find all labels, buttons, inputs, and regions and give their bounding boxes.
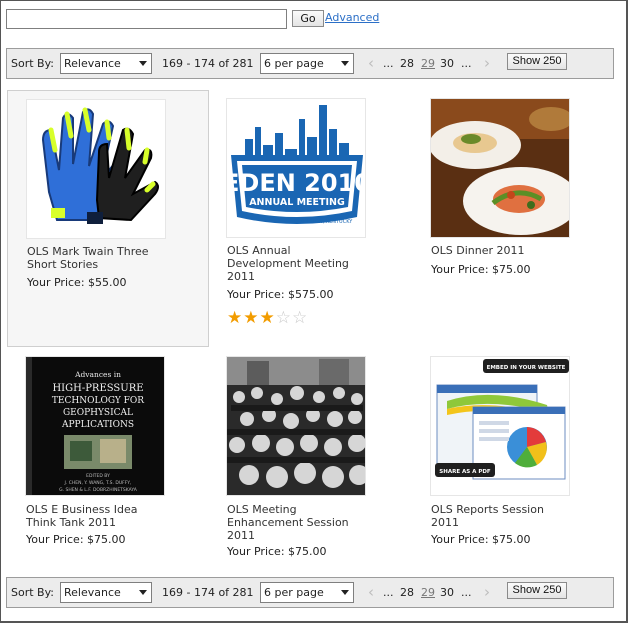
product-title[interactable]: OLS Mark Twain Three Short Stories <box>27 245 157 271</box>
eden-logo-title: EDEN 2010 <box>227 169 366 197</box>
page-current-29: 29 <box>421 57 435 70</box>
sort-bar-top: Sort By: Relevance 169 - 174 of 281 6 pe… <box>6 48 614 79</box>
sort-by-label: Sort By: <box>11 586 55 599</box>
product-price: Your Price: $75.00 <box>26 533 126 546</box>
reports-screenshot-image: EMBED IN YOUR WEBSITE SHARE AS A PDF <box>431 357 569 495</box>
book-cover-authors: J. CHEN, Y. WANG, T.S. DUFFY, <box>64 480 132 486</box>
chevron-down-icon <box>139 590 147 595</box>
sort-select[interactable]: Relevance <box>60 582 152 603</box>
star-filled-icon: ★ <box>259 308 276 328</box>
page-link-28[interactable]: 28 <box>400 57 414 70</box>
book-cover-authors: G. SHEN & L.F. DOBRZHINETSKAYA <box>59 487 138 493</box>
book-cover-edited: EDITED BY <box>86 473 110 479</box>
book-cover-line: APPLICATIONS <box>61 420 134 430</box>
star-empty-icon: ☆ <box>275 308 292 328</box>
previous-page-chevron-icon[interactable]: ‹ <box>368 583 374 601</box>
book-cover-line: HIGH-PRESSURE <box>52 383 143 394</box>
show-250-button[interactable]: Show 250 <box>507 53 567 70</box>
star-rating: ★★★☆☆ <box>227 310 308 327</box>
per-page-select-value: 6 per page <box>264 586 324 599</box>
dinner-plate-image <box>431 99 569 237</box>
result-range: 169 - 174 of 281 <box>162 586 254 599</box>
product-price: Your Price: $75.00 <box>227 545 327 558</box>
book-cover-line: TECHNOLOGY FOR <box>52 396 144 406</box>
star-filled-icon: ★ <box>243 308 260 328</box>
product-title[interactable]: OLS Reports Session 2011 <box>431 503 561 529</box>
book-cover-image: Advances in HIGH-PRESSURE TECHNOLOGY FOR… <box>26 357 164 495</box>
product-image-crowd[interactable] <box>226 356 366 496</box>
eden-logo-subtitle: ANNUAL MEETING <box>249 197 345 208</box>
star-filled-icon: ★ <box>227 308 244 328</box>
gloves-image <box>27 100 165 238</box>
pagination-ellipsis: ... <box>383 586 394 599</box>
product-tile[interactable]: EDEN 2010 ANNUAL MEETING LEXINGTON, KENT… <box>208 90 410 347</box>
product-title[interactable]: OLS Annual Development Meeting 2011 <box>227 244 357 283</box>
chevron-down-icon <box>341 61 349 66</box>
product-title[interactable]: OLS E Business Idea Think Tank 2011 <box>26 503 156 529</box>
product-price: Your Price: $75.00 <box>431 263 531 276</box>
book-cover-top: Advances in <box>74 370 121 379</box>
sort-bar-bottom: Sort By: Relevance 169 - 174 of 281 6 pe… <box>6 577 614 608</box>
product-tile[interactable]: EMBED IN YOUR WEBSITE SHARE AS A PDF OLS… <box>411 349 613 606</box>
chevron-down-icon <box>341 590 349 595</box>
next-page-chevron-icon[interactable]: › <box>484 583 490 601</box>
pagination-ellipsis: ... <box>461 57 472 70</box>
badge-pdf-text: SHARE AS A PDF <box>439 469 491 475</box>
product-image-book-cover[interactable]: Advances in HIGH-PRESSURE TECHNOLOGY FOR… <box>25 356 165 496</box>
chevron-down-icon <box>139 61 147 66</box>
search-input[interactable] <box>6 9 287 29</box>
eden-2010-logo-image: EDEN 2010 ANNUAL MEETING LEXINGTON, KENT… <box>227 99 366 237</box>
product-image-dinner[interactable] <box>430 98 570 238</box>
product-price: Your Price: $575.00 <box>227 288 334 301</box>
product-image-eden-logo[interactable]: EDEN 2010 ANNUAL MEETING LEXINGTON, KENT… <box>226 98 366 238</box>
advanced-search-link[interactable]: Advanced <box>325 11 379 24</box>
product-title[interactable]: OLS Meeting Enhancement Session 2011 <box>227 503 357 542</box>
go-button[interactable]: Go <box>292 10 324 27</box>
page-link-28[interactable]: 28 <box>400 586 414 599</box>
product-title[interactable]: OLS Dinner 2011 <box>431 244 561 257</box>
product-image-gloves[interactable] <box>26 99 166 239</box>
product-price: Your Price: $75.00 <box>431 533 531 546</box>
pagination-ellipsis: ... <box>383 57 394 70</box>
next-page-chevron-icon[interactable]: › <box>484 54 490 72</box>
page-link-30[interactable]: 30 <box>440 586 454 599</box>
sort-select-value: Relevance <box>64 586 121 599</box>
product-tile[interactable]: OLS Dinner 2011 Your Price: $75.00 <box>411 90 613 347</box>
product-tile[interactable]: OLS Meeting Enhancement Session 2011 You… <box>208 349 410 606</box>
per-page-select-value: 6 per page <box>264 57 324 70</box>
product-image-reports[interactable]: EMBED IN YOUR WEBSITE SHARE AS A PDF <box>430 356 570 496</box>
page-link-30[interactable]: 30 <box>440 57 454 70</box>
eden-logo-place: LEXINGTON, KENTUCKY <box>294 219 354 225</box>
product-price: Your Price: $55.00 <box>27 276 127 289</box>
product-tile[interactable]: Advances in HIGH-PRESSURE TECHNOLOGY FOR… <box>7 349 209 606</box>
product-tile[interactable]: OLS Mark Twain Three Short Stories Your … <box>7 90 209 347</box>
page-current-29: 29 <box>421 586 435 599</box>
per-page-select[interactable]: 6 per page <box>260 53 354 74</box>
badge-embed-text: EMBED IN YOUR WEBSITE <box>487 365 566 371</box>
pagination-ellipsis: ... <box>461 586 472 599</box>
sort-select-value: Relevance <box>64 57 121 70</box>
previous-page-chevron-icon[interactable]: ‹ <box>368 54 374 72</box>
show-250-button[interactable]: Show 250 <box>507 582 567 599</box>
star-empty-icon: ☆ <box>292 308 309 328</box>
per-page-select[interactable]: 6 per page <box>260 582 354 603</box>
result-range: 169 - 174 of 281 <box>162 57 254 70</box>
crowd-photo-image <box>227 357 365 495</box>
sort-select[interactable]: Relevance <box>60 53 152 74</box>
book-cover-line: GEOPHYSICAL <box>63 408 133 418</box>
sort-by-label: Sort By: <box>11 57 55 70</box>
